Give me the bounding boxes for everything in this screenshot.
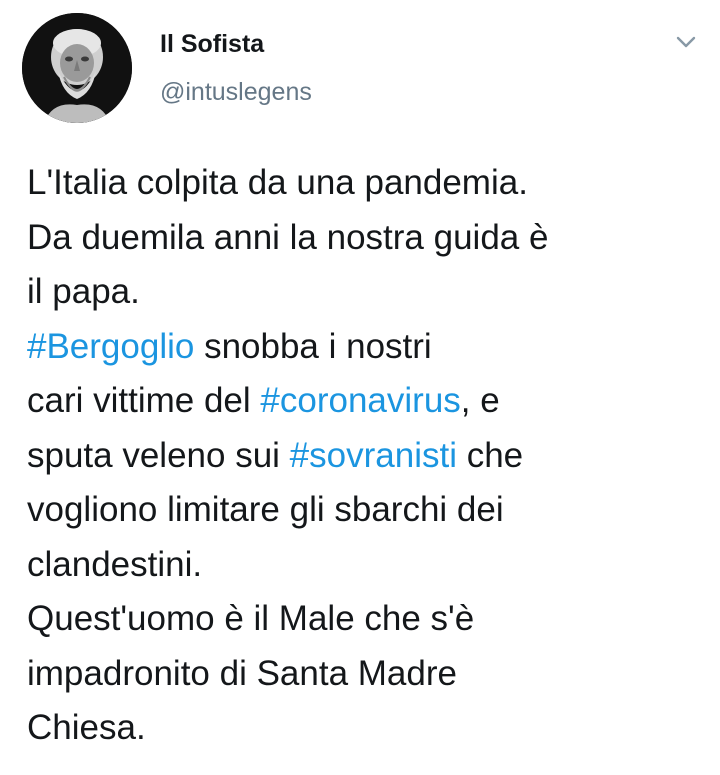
tweet-line: vogliono limitare gli sbarchi dei: [27, 490, 504, 529]
tweet-text-fragment: che: [456, 435, 524, 475]
tweet-text-fragment: sputa veleno sui: [27, 435, 290, 475]
tweet-line: L'Italia colpita da una pandemia.: [27, 163, 528, 202]
tweet-line: impadronito di Santa Madre: [27, 653, 457, 693]
avatar[interactable]: [22, 13, 132, 123]
hashtag-link-sovranisti[interactable]: #sovranisti: [290, 436, 457, 475]
tweet-card: Il Sofista @intuslegens L'Italia colpita…: [0, 0, 720, 775]
tweet-line: #Bergoglio snobba i nostri: [27, 320, 707, 375]
tweet-line: il papa.: [27, 272, 140, 311]
display-name[interactable]: Il Sofista: [160, 30, 264, 59]
user-handle[interactable]: @intuslegens: [160, 78, 312, 107]
tweet-text-fragment: , e: [460, 381, 500, 420]
chevron-down-icon[interactable]: [672, 28, 700, 56]
tweet-line: Chiesa.: [27, 708, 146, 747]
tweet-line: cari vittime del #coronavirus, e: [27, 374, 707, 429]
hashtag-link-coronavirus[interactable]: #coronavirus: [260, 381, 460, 420]
tweet-text-fragment: cari vittime del: [27, 381, 261, 420]
tweet-text: L'Italia colpita da una pandemia. Da due…: [27, 156, 707, 756]
tweet-text-fragment: snobba i nostri: [194, 326, 432, 366]
tweet-line: clandestini.: [27, 544, 203, 584]
tweet-line: sputa veleno sui #sovranisti che: [27, 429, 707, 484]
hashtag-link-bergoglio[interactable]: #Bergoglio: [27, 327, 194, 366]
tweet-line: Da duemila anni la nostra guida è: [27, 217, 549, 257]
tweet-line: Quest'uomo è il Male che s'è: [27, 599, 475, 638]
philosopher-bust-avatar-icon: [22, 13, 132, 123]
